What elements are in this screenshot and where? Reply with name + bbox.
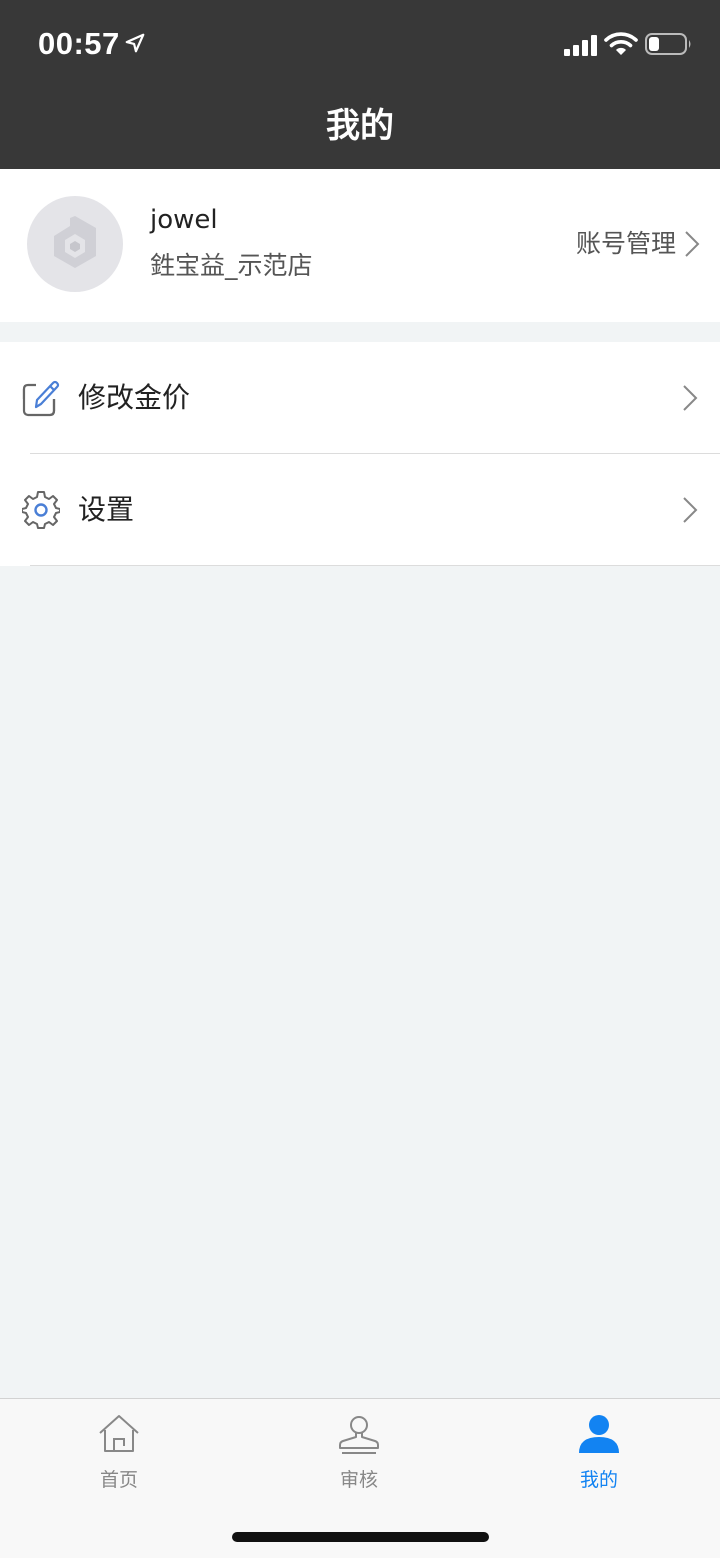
tab-review[interactable]: 审核 <box>299 1413 419 1493</box>
top-bar: 00:57 我的 <box>0 0 720 169</box>
chevron-right-icon <box>685 231 700 257</box>
chevron-right-icon <box>683 385 698 411</box>
tab-home[interactable]: 首页 <box>59 1413 179 1493</box>
wifi-icon <box>604 32 638 55</box>
screen: 00:57 我的 jowel 鉎宝益_示范店 账号管理 修改金价 设置 首页 审… <box>0 0 720 1558</box>
tab-label: 审核 <box>339 1469 378 1491</box>
page-title: 我的 <box>326 106 394 146</box>
menu-item-label: 设置 <box>78 493 135 526</box>
home-icon <box>99 1415 139 1452</box>
stamp-icon <box>339 1416 379 1454</box>
tab-label: 首页 <box>99 1469 138 1491</box>
user-icon <box>579 1415 619 1453</box>
store-logo-icon <box>54 216 96 268</box>
tab-mine[interactable]: 我的 <box>539 1413 659 1493</box>
avatar[interactable] <box>27 196 123 292</box>
home-indicator <box>232 1532 489 1542</box>
chevron-right-icon <box>683 497 698 523</box>
menu-list: 修改金价 设置 <box>0 342 720 566</box>
edit-icon <box>22 379 60 417</box>
menu-item-edit-gold-price[interactable]: 修改金价 <box>0 342 720 454</box>
menu-item-label: 修改金价 <box>78 381 191 414</box>
profile-card[interactable]: jowel 鉎宝益_示范店 账号管理 <box>0 169 720 322</box>
menu-item-settings[interactable]: 设置 <box>0 454 720 566</box>
account-manage-link[interactable]: 账号管理 <box>576 227 700 261</box>
cellular-signal-icon <box>564 35 597 56</box>
account-manage-label: 账号管理 <box>575 229 676 258</box>
tab-label: 我的 <box>579 1469 618 1491</box>
username: jowel <box>150 205 218 235</box>
status-time: 00:57 <box>38 26 120 61</box>
store-name: 鉎宝益_示范店 <box>150 251 313 280</box>
divider <box>30 565 720 566</box>
location-arrow-icon <box>125 33 145 53</box>
gear-icon <box>22 491 60 529</box>
battery-icon <box>645 33 691 55</box>
